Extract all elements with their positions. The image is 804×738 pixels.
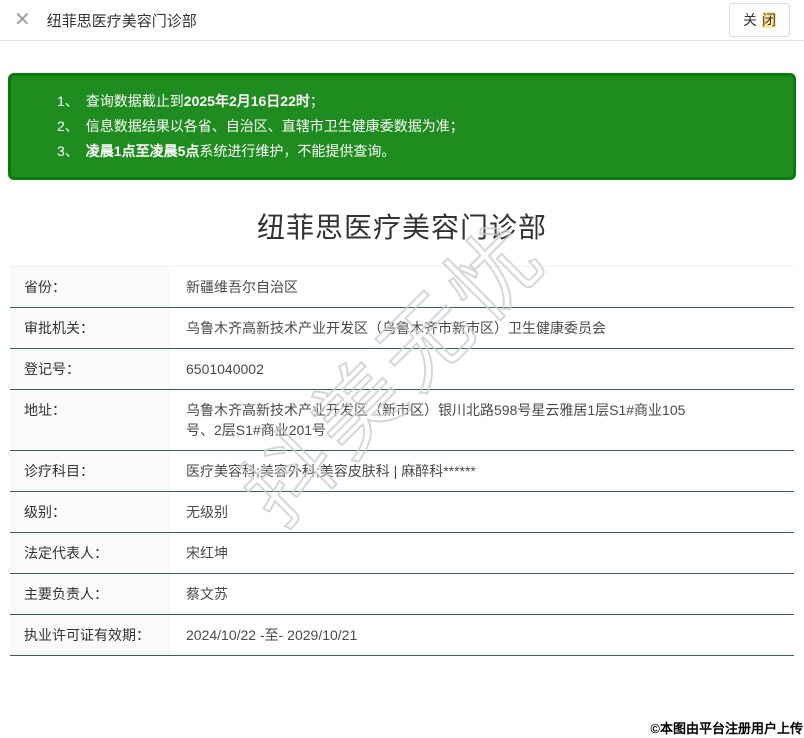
row-label: 诊疗科目： (10, 451, 170, 491)
row-value: 医疗美容科;美容外科;美容皮肤科 | 麻醉科****** (186, 463, 476, 479)
notice-item-number: 3、 (57, 143, 79, 159)
notice-item-number: 2、 (57, 118, 79, 134)
close-icon[interactable]: ✕ (14, 10, 31, 30)
row-value: 新疆维吾尔自治区 (186, 279, 298, 295)
table-row: 法定代表人： 宋红坤 (10, 533, 794, 574)
notice-item-text: 查询数据截止到 (85, 93, 184, 109)
close-button-label-highlighted: 闭 (762, 12, 776, 28)
row-value: 蔡文苏 (186, 586, 228, 602)
row-label: 主要负责人： (10, 574, 170, 614)
notice-item: 3、 凌晨1点至凌晨5点系统进行维护，不能提供查询。 (57, 139, 777, 164)
table-row: 审批机关： 乌鲁木齐高新技术产业开发区（乌鲁木齐市新市区）卫生健康委员会 (10, 308, 794, 349)
table-row: 诊疗科目： 医疗美容科;美容外科;美容皮肤科 | 麻醉科****** (10, 451, 794, 492)
row-value: 乌鲁木齐高新技术产业开发区（乌鲁木齐市新市区）卫生健康委员会 (186, 320, 606, 336)
notice-item-text: ； (309, 93, 324, 109)
row-value: 乌鲁木齐高新技术产业开发区（新市区）银川北路598号星云雅居1层S1#商业105… (186, 402, 686, 438)
table-row: 登记号： 6501040002 (10, 349, 794, 390)
table-row: 省份： 新疆维吾尔自治区 (10, 267, 794, 308)
notice-item-bold: 凌晨1点至凌晨5点 (85, 143, 200, 159)
row-label: 省份： (10, 267, 170, 307)
page-title: 纽菲思医疗美容门诊部 (256, 212, 547, 243)
table-row: 主要负责人： 蔡文苏 (10, 574, 794, 615)
row-label: 执业许可证有效期： (10, 615, 170, 655)
row-label: 法定代表人： (10, 533, 170, 573)
close-button[interactable]: 关闭 (729, 3, 790, 37)
row-label: 审批机关： (10, 308, 170, 348)
notice-item-bold: 2025年2月16日22时 (183, 93, 310, 109)
notice-box: 1、 查询数据截止到2025年2月16日22时； 2、 信息数据结果以各省、自治区、… (8, 73, 796, 180)
notice-item-text: 系统进行维护，不能提供查询。 (199, 143, 396, 159)
table-row: 级别： 无级别 (10, 492, 794, 533)
table-row: 执业许可证有效期： 2024/10/22 -至- 2029/10/21 (10, 615, 794, 656)
row-value: 2024/10/22 -至- 2029/10/21 (186, 627, 358, 643)
notice-item-number: 1、 (57, 93, 79, 109)
row-label: 登记号： (10, 349, 170, 389)
notice-item: 2、 信息数据结果以各省、自治区、直辖市卫生健康委数据为准； (57, 114, 777, 139)
info-table: 省份： 新疆维吾尔自治区 审批机关： 乌鲁木齐高新技术产业开发区（乌鲁木齐市新市… (10, 266, 794, 656)
notice-item-text: 信息数据结果以各省、自治区、直辖市卫生健康委数据为准； (85, 118, 464, 134)
copyright-watermark: ©本图由平台注册用户上传 (650, 721, 803, 736)
row-label: 地址： (10, 390, 170, 450)
row-value: 无级别 (186, 504, 228, 520)
row-value: 6501040002 (186, 361, 264, 377)
close-button-label: 关 (743, 12, 757, 28)
row-value: 宋红坤 (186, 545, 228, 561)
header-bar: ✕ 纽菲思医疗美容门诊部 关闭 (0, 0, 804, 41)
table-row: 地址： 乌鲁木齐高新技术产业开发区（新市区）银川北路598号星云雅居1层S1#商… (10, 390, 794, 451)
row-label: 级别： (10, 492, 170, 532)
window-title: 纽菲思医疗美容门诊部 (46, 12, 197, 30)
notice-item: 1、 查询数据截止到2025年2月16日22时； (57, 89, 777, 114)
